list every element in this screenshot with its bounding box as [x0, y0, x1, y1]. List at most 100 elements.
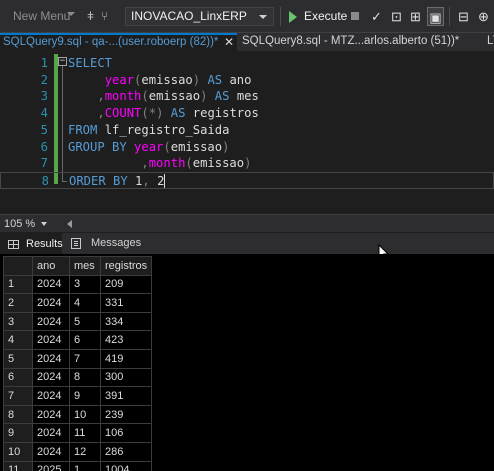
include-plan-icon[interactable]: ⊕	[475, 7, 492, 26]
row-number[interactable]: 10	[3, 441, 33, 462]
cell-mes[interactable]: 7	[69, 348, 101, 369]
column-header-ano[interactable]: ano	[32, 256, 70, 276]
code-line[interactable]: 1 SELECT	[0, 55, 494, 72]
cell-ano[interactable]: 2024	[32, 348, 70, 369]
pin-icon[interactable]: ǂ	[87, 8, 94, 25]
row-number[interactable]: 4	[3, 330, 33, 350]
tab-overflow[interactable]: L\	[484, 33, 494, 51]
tab-results[interactable]: Results	[0, 233, 63, 254]
cell-ano[interactable]: 2024	[32, 441, 70, 462]
row-number[interactable]: 5	[3, 348, 33, 369]
row-number[interactable]: 3	[3, 311, 33, 332]
filter-icon[interactable]: ⑂	[101, 8, 108, 25]
cell-ano[interactable]: 2024	[32, 386, 70, 406]
parse-check-icon[interactable]: ✓	[368, 7, 385, 26]
row-number-header[interactable]	[3, 256, 33, 276]
cell-mes[interactable]: 11	[69, 423, 101, 443]
table-row[interactable]: 1 2024 3 209	[3, 274, 153, 295]
cell-ano[interactable]: 2024	[32, 367, 70, 388]
chevron-down-icon[interactable]	[67, 12, 75, 16]
cell-registros[interactable]: 286	[99, 441, 153, 462]
horizontal-scrollbar[interactable]	[79, 220, 479, 228]
results-to-grid-icon[interactable]: ▣	[427, 7, 444, 26]
cell-registros[interactable]: 391	[99, 386, 153, 406]
table-row[interactable]: 5 2024 7 419	[3, 348, 153, 369]
cell-registros[interactable]: 419	[99, 348, 153, 369]
execute-button[interactable]: Execute	[304, 8, 347, 25]
row-number[interactable]: 2	[3, 293, 33, 313]
cell-mes[interactable]: 4	[69, 293, 101, 313]
table-row[interactable]: 8 2024 10 239	[3, 404, 153, 425]
code-token: SELECT	[68, 56, 113, 70]
cell-registros[interactable]: 106	[99, 423, 153, 443]
results-to-text-icon[interactable]: ⊟	[455, 7, 472, 26]
row-number[interactable]: 7	[3, 386, 33, 406]
close-icon[interactable]: ✕	[224, 35, 234, 50]
cell-mes[interactable]: 9	[69, 386, 101, 406]
tab-messages[interactable]: Messages	[64, 233, 141, 254]
cell-ano[interactable]: 2024	[32, 423, 70, 443]
row-number[interactable]: 9	[3, 423, 33, 443]
cell-registros[interactable]: 300	[99, 367, 153, 388]
cell-mes[interactable]: 8	[69, 367, 101, 388]
cell-ano[interactable]: 2024	[32, 330, 70, 350]
estimated-plan-icon[interactable]: ⊞	[407, 7, 424, 26]
results-grid[interactable]: ano mes registros 1 2024 3 209 2 2024 4 331 3 202…	[0, 254, 494, 471]
cell-mes[interactable]: 5	[69, 311, 101, 332]
code-token: emissao	[141, 72, 193, 87]
cell-registros[interactable]: 334	[99, 311, 153, 332]
column-header-mes[interactable]: mes	[69, 256, 101, 276]
table-row[interactable]: 9 2024 11 106	[3, 423, 153, 443]
stop-icon[interactable]	[351, 12, 359, 20]
tab-sqlquery9[interactable]: SQLQuery9.sql - qa-...(user.roboerp (82)…	[0, 33, 237, 51]
code-line[interactable]: 5 FROM lf_registro_Saida	[0, 122, 494, 139]
table-row[interactable]: 11 2025 1 1004	[3, 460, 153, 471]
cell-registros[interactable]: 423	[99, 330, 153, 350]
code-line[interactable]: 3 ,month(emissao) AS mes	[0, 88, 494, 105]
table-row[interactable]: 7 2024 9 391	[3, 386, 153, 406]
code-line[interactable]: 2 year(emissao) AS ano	[0, 72, 494, 89]
code-line[interactable]: 6 GROUP BY year(emissao)	[0, 139, 494, 156]
column-header-registros[interactable]: registros	[99, 256, 153, 276]
cell-ano[interactable]: 2024	[32, 404, 70, 425]
code-line[interactable]: 7 ,month(emissao)	[0, 155, 494, 172]
row-number[interactable]: 6	[3, 367, 33, 388]
plan-icon[interactable]: ⊡	[388, 7, 405, 26]
query-editor[interactable]: − 1 SELECT 2 year(emissao) AS ano 3 ,month(…	[0, 51, 494, 214]
cell-ano[interactable]: 2024	[32, 274, 70, 295]
table-row[interactable]: 10 2024 12 286	[3, 441, 153, 462]
cell-registros[interactable]: 331	[99, 293, 153, 313]
line-number: 1	[40, 56, 48, 70]
cell-registros[interactable]: 239	[99, 404, 153, 425]
chevron-down-icon[interactable]	[41, 222, 47, 226]
row-number[interactable]: 1	[3, 274, 33, 295]
table-row[interactable]: 2 2024 4 331	[3, 293, 153, 313]
table-row[interactable]: 3 2024 5 334	[3, 311, 153, 332]
code-token: ,	[97, 89, 105, 104]
table-row[interactable]: 4 2024 6 423	[3, 330, 153, 350]
play-icon[interactable]	[289, 11, 297, 23]
cell-mes[interactable]: 3	[69, 274, 101, 295]
cell-registros[interactable]: 209	[99, 274, 153, 295]
cell-ano[interactable]: 2024	[32, 293, 70, 313]
cell-mes[interactable]: 12	[69, 441, 101, 462]
row-number[interactable]: 11	[3, 460, 33, 471]
cell-mes[interactable]: 10	[69, 404, 101, 425]
row-number[interactable]: 8	[3, 404, 33, 425]
cell-ano[interactable]: 2025	[32, 460, 70, 471]
cell-mes[interactable]: 1	[69, 460, 101, 471]
code-token: GROUP BY	[68, 139, 135, 154]
new-menu-button[interactable]: New Menu	[13, 8, 70, 25]
table-row[interactable]: 6 2024 8 300	[3, 367, 153, 388]
code-token: )	[222, 139, 230, 154]
scroll-left-icon[interactable]	[67, 220, 72, 228]
database-select[interactable]: INOVACAO_LinxERP	[125, 7, 274, 26]
cell-ano[interactable]: 2024	[32, 311, 70, 332]
tab-sqlquery8[interactable]: SQLQuery8.sql - MTZ...arlos.alberto (51)…	[239, 33, 494, 51]
cell-registros[interactable]: 1004	[99, 460, 153, 471]
code-line[interactable]: 4 ,COUNT(*) AS registros	[0, 105, 494, 122]
cell-mes[interactable]: 6	[69, 330, 101, 350]
code-line[interactable]: 8 ORDER BY 1, 2	[0, 171, 494, 189]
zoom-level[interactable]: 105 %	[4, 216, 35, 232]
